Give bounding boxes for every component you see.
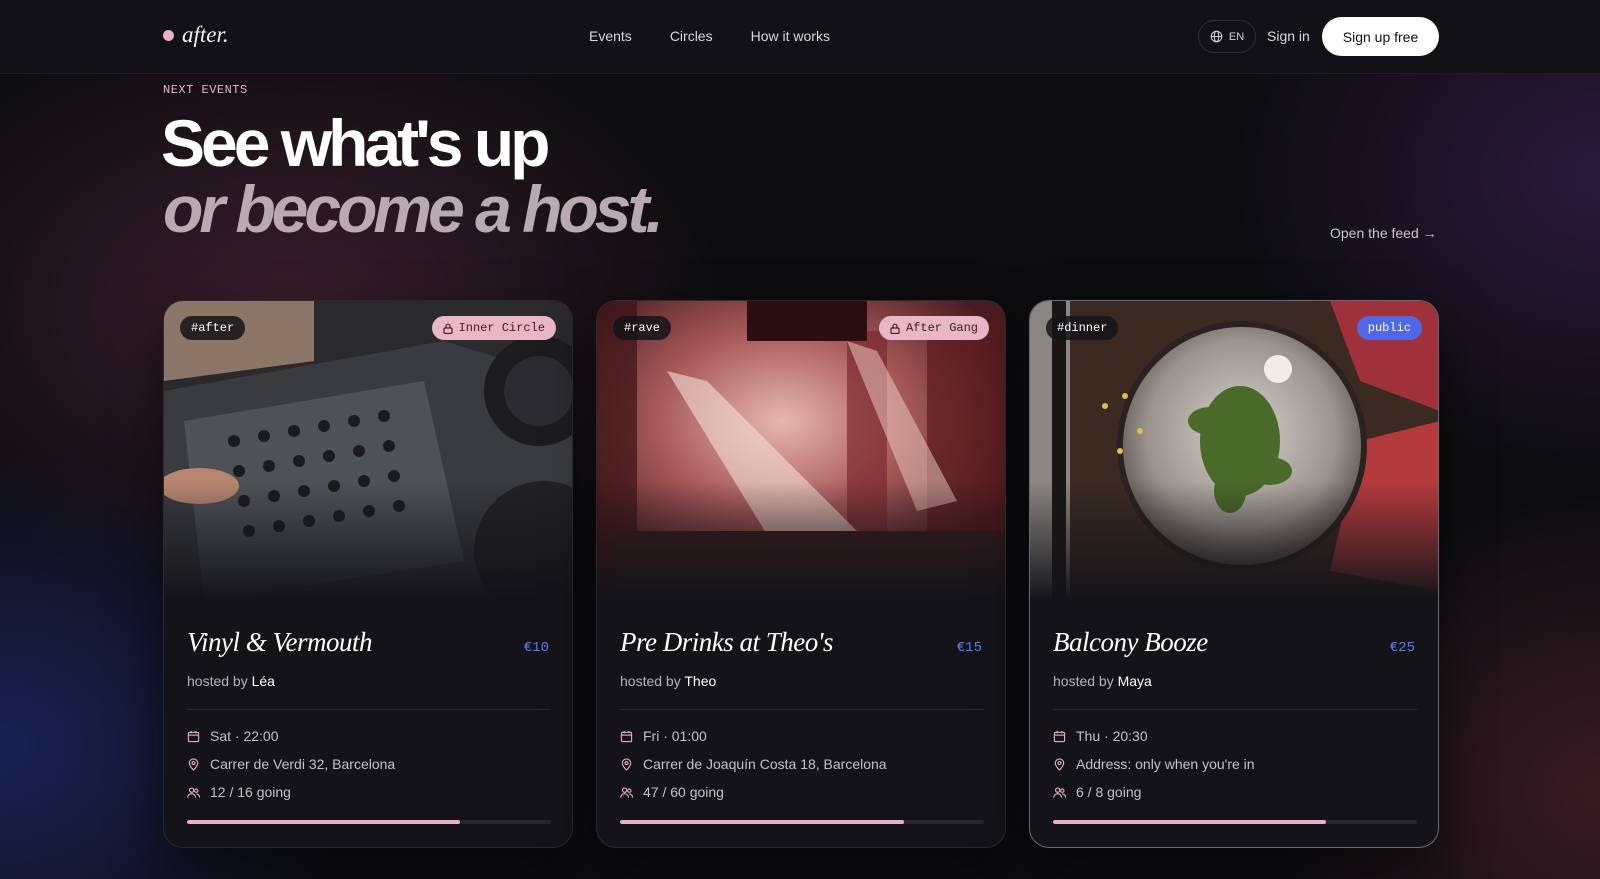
event-date: Thu · 20:30 — [1076, 728, 1148, 744]
event-tag: #rave — [613, 316, 672, 340]
users-icon — [620, 786, 633, 798]
map-pin-icon — [188, 757, 199, 771]
divider — [1053, 709, 1417, 710]
circle-badge: After Gang — [878, 316, 989, 340]
event-location-row: Carrer de Verdi 32, Barcelona — [187, 756, 395, 772]
hosted-by-label: hosted by — [1053, 673, 1114, 689]
event-date-row: Sat · 22:00 — [187, 728, 279, 744]
calendar-icon — [1053, 730, 1066, 742]
event-title: Vinyl & Vermouth — [187, 627, 372, 657]
calendar-icon — [187, 730, 200, 742]
language-selector[interactable]: EN — [1198, 20, 1256, 53]
sign-up-button[interactable]: Sign up free — [1322, 17, 1439, 56]
event-host: hosted by Theo — [620, 673, 716, 689]
attendance-progress-bar — [1053, 820, 1417, 824]
event-location: Address: only when you're in — [1076, 756, 1255, 772]
visibility-badge-label: public — [1367, 321, 1411, 335]
circle-badge-label: Inner Circle — [458, 321, 545, 335]
event-attendance: 47 / 60 going — [643, 784, 724, 800]
section-eyebrow: NEXT EVENTS — [163, 83, 248, 97]
event-title: Pre Drinks at Theo's — [620, 627, 834, 657]
event-attendance-row: 47 / 60 going — [620, 784, 724, 800]
open-feed-link[interactable]: Open the feed → — [1330, 225, 1437, 241]
event-location-row: Address: only when you're in — [1053, 756, 1255, 772]
attendance-progress-bar — [187, 820, 551, 824]
circle-badge-label: After Gang — [905, 321, 978, 335]
event-date-row: Thu · 20:30 — [1053, 728, 1148, 744]
event-host: hosted by Léa — [187, 673, 275, 689]
event-date-row: Fri · 01:00 — [620, 728, 707, 744]
attendance-progress-fill — [187, 820, 460, 824]
event-card[interactable]: #after Inner Circle Vinyl & Vermouth €10… — [163, 300, 573, 848]
event-attendance-row: 6 / 8 going — [1053, 784, 1141, 800]
hosted-by-label: hosted by — [187, 673, 248, 689]
users-icon — [1053, 786, 1066, 798]
logo[interactable]: after. — [163, 22, 229, 48]
map-pin-icon — [1054, 757, 1065, 771]
nav-link-events[interactable]: Events — [589, 28, 632, 44]
event-card[interactable]: #dinner public Balcony Booze €25 hosted … — [1029, 300, 1439, 848]
divider — [187, 709, 551, 710]
nav-link-how-it-works[interactable]: How it works — [751, 28, 830, 44]
event-host: hosted by Maya — [1053, 673, 1152, 689]
event-location-row: Carrer de Joaquín Costa 18, Barcelona — [620, 756, 887, 772]
nav-link-circles[interactable]: Circles — [670, 28, 713, 44]
logo-text: after. — [182, 22, 229, 47]
lock-icon — [890, 323, 900, 334]
event-attendance-row: 12 / 16 going — [187, 784, 291, 800]
event-photo-dj-mixer — [164, 301, 572, 601]
event-attendance: 12 / 16 going — [210, 784, 291, 800]
event-tag: #after — [180, 316, 246, 340]
event-price: €15 — [956, 640, 982, 656]
event-price: €25 — [1389, 640, 1415, 656]
top-nav: after. Events Circles How it works EN Si… — [0, 0, 1600, 74]
event-photo-balcony-table — [1030, 301, 1438, 601]
attendance-progress-bar — [620, 820, 984, 824]
logo-dot-icon — [163, 29, 174, 41]
event-tag: #dinner — [1046, 316, 1119, 340]
event-attendance: 6 / 8 going — [1076, 784, 1142, 800]
lock-icon — [442, 323, 453, 334]
event-location: Carrer de Joaquín Costa 18, Barcelona — [643, 756, 887, 772]
event-photo-rave-lights — [597, 301, 1005, 601]
visibility-badge: public — [1356, 316, 1422, 340]
language-label: EN — [1228, 30, 1245, 43]
event-title: Balcony Booze — [1053, 627, 1208, 657]
event-date: Sat · 22:00 — [210, 728, 279, 744]
divider — [620, 709, 984, 710]
nav-links: Events Circles How it works — [589, 28, 830, 44]
host-name: Léa — [251, 673, 275, 689]
calendar-icon — [620, 730, 633, 742]
users-icon — [187, 786, 200, 798]
event-date: Fri · 01:00 — [643, 728, 707, 744]
hosted-by-label: hosted by — [620, 673, 681, 689]
map-pin-icon — [621, 757, 632, 771]
hero-heading-line1: See what's up — [161, 106, 550, 180]
host-name: Maya — [1117, 673, 1152, 689]
event-price: €10 — [523, 640, 549, 656]
host-name: Theo — [684, 673, 717, 689]
attendance-progress-fill — [1053, 820, 1326, 824]
event-location: Carrer de Verdi 32, Barcelona — [210, 756, 396, 772]
hero-heading-line2: or become a host. — [163, 172, 664, 246]
event-card[interactable]: #rave After Gang Pre Drinks at Theo's €1… — [596, 300, 1006, 848]
globe-icon — [1210, 30, 1223, 43]
sign-in-link[interactable]: Sign in — [1267, 28, 1310, 44]
circle-badge: Inner Circle — [431, 316, 556, 340]
attendance-progress-fill — [620, 820, 904, 824]
